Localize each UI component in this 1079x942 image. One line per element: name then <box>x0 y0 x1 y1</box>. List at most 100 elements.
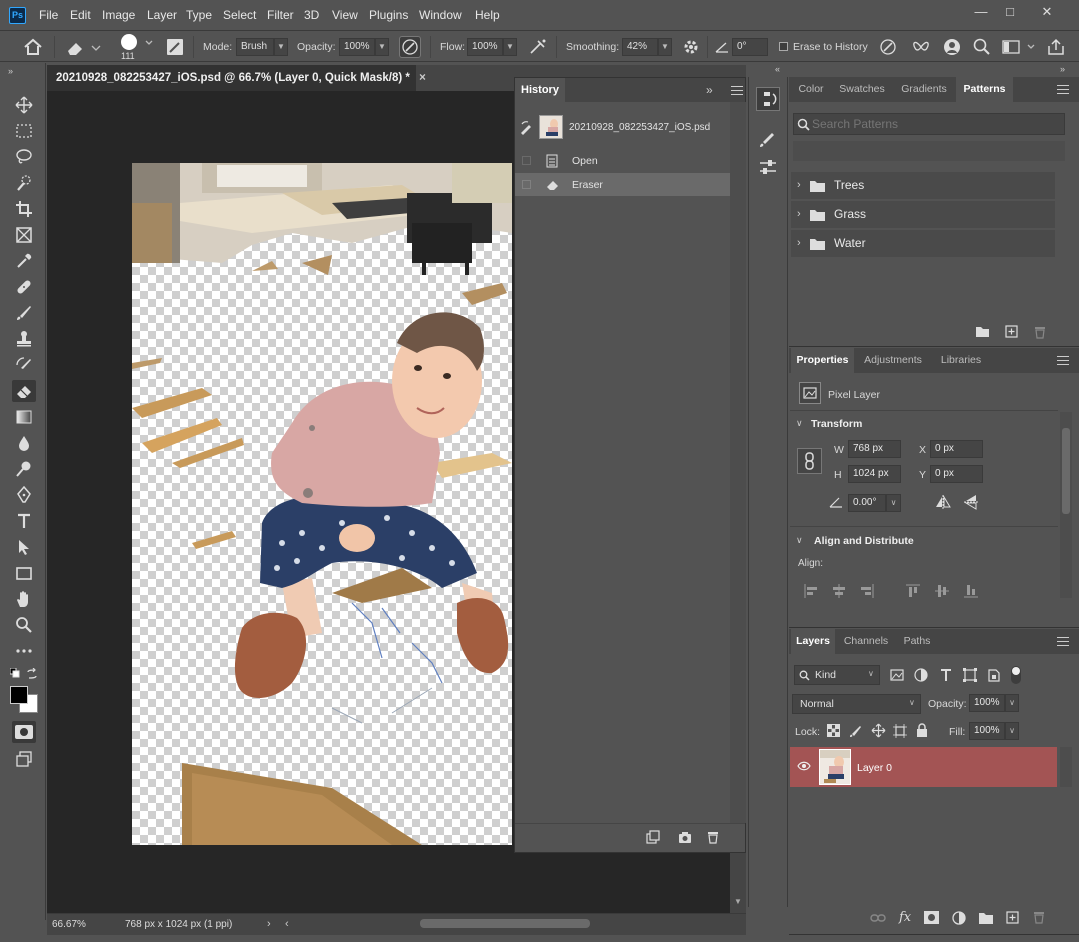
tab-swatches[interactable]: Swatches <box>833 77 891 102</box>
flow-input[interactable]: 100% <box>467 38 503 56</box>
scroll-down-arrow-icon[interactable]: ▼ <box>734 897 742 906</box>
menu-type[interactable]: Type <box>186 8 212 22</box>
layer-row[interactable]: Layer 0 <box>790 747 1057 787</box>
collapse-toolbar-icon[interactable]: » <box>8 66 13 76</box>
fill-dropdown-icon[interactable]: ∨ <box>1005 722 1019 740</box>
tab-paths[interactable]: Paths <box>897 629 937 654</box>
zoom-level[interactable]: 66.67% <box>52 919 86 930</box>
filter-smart-object-icon[interactable] <box>987 668 1001 682</box>
tab-channels[interactable]: Channels <box>837 629 895 654</box>
layer-opacity-input[interactable]: 100% <box>969 694 1005 712</box>
share-user-icon[interactable] <box>942 37 962 57</box>
tab-gradients[interactable]: Gradients <box>893 77 955 102</box>
layer-filter-select[interactable]: Kind ∨ <box>794 665 880 685</box>
filter-adjustment-icon[interactable] <box>914 668 928 682</box>
more-tools-icon[interactable] <box>12 640 36 662</box>
search-patterns-input[interactable] <box>812 116 1060 132</box>
angle-input[interactable]: 0° <box>732 38 768 56</box>
layers-menu-icon[interactable] <box>1057 637 1069 646</box>
pattern-folder-water[interactable]: › Water <box>791 230 1055 257</box>
smoothing-settings-gear-icon[interactable] <box>681 37 701 57</box>
align-right-icon[interactable] <box>860 584 874 598</box>
lock-artboard-icon[interactable] <box>893 724 907 738</box>
chevron-right-icon[interactable]: › <box>797 172 801 199</box>
marquee-tool-icon[interactable] <box>12 120 36 142</box>
gradient-tool-icon[interactable] <box>12 406 36 428</box>
pressure-opacity-icon[interactable] <box>399 36 421 58</box>
pattern-search-box[interactable] <box>793 113 1065 135</box>
menu-3d[interactable]: 3D <box>304 8 319 22</box>
chevron-right-icon[interactable]: › <box>797 201 801 228</box>
history-source-checkbox[interactable] <box>522 156 531 165</box>
menu-file[interactable]: File <box>39 8 58 22</box>
history-state-open[interactable]: Open <box>515 149 730 172</box>
link-layers-icon[interactable] <box>870 912 886 924</box>
tab-adjustments[interactable]: Adjustments <box>856 348 930 373</box>
width-input[interactable]: 768 px <box>848 440 901 458</box>
delete-layer-trash-icon[interactable] <box>1033 910 1045 924</box>
opacity-dropdown-icon[interactable]: ∨ <box>1005 694 1019 712</box>
brush-size-picker[interactable]: 111 <box>116 33 156 63</box>
history-brush-tool-icon[interactable] <box>12 354 36 376</box>
layer-name[interactable]: Layer 0 <box>857 762 892 774</box>
rotation-dropdown-icon[interactable]: ∨ <box>886 494 901 512</box>
eyedropper-tool-icon[interactable] <box>12 250 36 272</box>
hand-tool-icon[interactable] <box>12 588 36 610</box>
lock-all-icon[interactable] <box>916 723 928 737</box>
filter-pixel-icon[interactable] <box>890 668 904 682</box>
search-icon[interactable] <box>972 37 992 57</box>
minimize-button[interactable]: — <box>968 4 994 22</box>
properties-scrollbar-thumb[interactable] <box>1062 428 1070 514</box>
quick-selection-tool-icon[interactable] <box>12 172 36 194</box>
link-dimensions-chain-icon[interactable] <box>797 448 822 474</box>
type-tool-icon[interactable] <box>12 510 36 532</box>
close-button[interactable]: ✕ <box>1034 4 1060 22</box>
layers-scrollbar[interactable] <box>1060 747 1072 787</box>
frame-tool-icon[interactable] <box>12 224 36 246</box>
tab-libraries[interactable]: Libraries <box>932 348 990 373</box>
history-snapshot[interactable]: 20210928_082253427_iOS.psd <box>515 112 730 146</box>
align-vertical-center-icon[interactable] <box>935 584 949 598</box>
mode-select[interactable]: Brush <box>236 38 274 56</box>
erase-to-history-checkbox[interactable] <box>779 42 788 51</box>
symmetry-butterfly-icon[interactable] <box>911 37 931 57</box>
flip-horizontal-icon[interactable] <box>935 495 951 509</box>
tab-layers[interactable]: Layers <box>791 629 835 654</box>
smoothing-input[interactable]: 42% <box>622 38 658 56</box>
pen-tool-icon[interactable] <box>12 484 36 506</box>
horizontal-scrollbar-thumb[interactable] <box>420 919 590 928</box>
path-selection-tool-icon[interactable] <box>12 536 36 558</box>
crop-tool-icon[interactable] <box>12 198 36 220</box>
history-source-brush-icon[interactable] <box>519 121 533 135</box>
history-panel-icon[interactable] <box>756 87 780 111</box>
snapshot-camera-icon[interactable] <box>678 830 692 844</box>
status-info-arrow-icon[interactable]: › <box>267 918 271 930</box>
menu-image[interactable]: Image <box>102 8 135 22</box>
opacity-dropdown-icon[interactable]: ▼ <box>375 38 389 56</box>
filter-shape-icon[interactable] <box>963 668 977 682</box>
close-tab-icon[interactable]: × <box>419 72 426 84</box>
maximize-button[interactable]: □ <box>997 4 1023 22</box>
x-input[interactable]: 0 px <box>930 440 983 458</box>
move-tool-icon[interactable] <box>12 94 36 116</box>
blur-tool-icon[interactable] <box>12 432 36 454</box>
tab-properties[interactable]: Properties <box>791 348 854 373</box>
document-canvas-image[interactable] <box>132 163 512 845</box>
menu-edit[interactable]: Edit <box>70 8 91 22</box>
collapse-panel-icon[interactable]: » <box>706 83 713 97</box>
pattern-folder-grass[interactable]: › Grass <box>791 201 1055 228</box>
collapse-dock-icon[interactable]: « <box>775 64 780 74</box>
history-state-eraser[interactable]: Eraser <box>515 173 730 196</box>
swap-colors-icon[interactable] <box>26 668 38 680</box>
lasso-tool-icon[interactable] <box>12 146 36 168</box>
new-adjustment-layer-icon[interactable] <box>952 911 966 925</box>
mode-dropdown-icon[interactable]: ▼ <box>274 38 288 56</box>
patterns-menu-icon[interactable] <box>1057 85 1069 94</box>
expand-dock-icon[interactable]: » <box>1060 64 1065 74</box>
properties-menu-icon[interactable] <box>1057 356 1069 365</box>
add-mask-icon[interactable] <box>924 911 939 924</box>
eraser-tool-icon[interactable] <box>12 380 36 402</box>
menu-window[interactable]: Window <box>419 8 462 22</box>
y-input[interactable]: 0 px <box>930 465 983 483</box>
align-left-icon[interactable] <box>804 584 818 598</box>
